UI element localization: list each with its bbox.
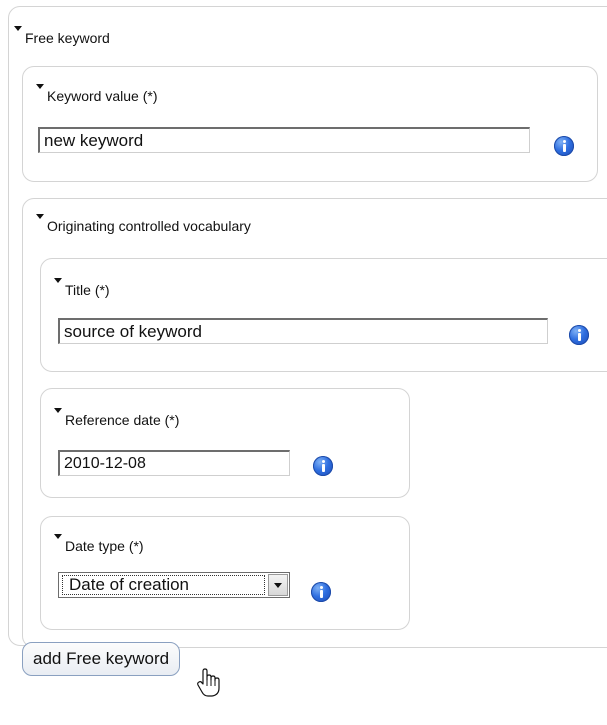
free-keyword-legend-label: Free keyword [25,30,110,46]
vocabulary-legend[interactable]: Originating controlled vocabulary [36,214,251,234]
collapse-triangle-icon[interactable] [36,214,44,219]
title-section [40,258,607,372]
hand-pointer-icon [197,668,220,697]
info-icon[interactable] [569,325,589,345]
info-icon[interactable] [311,582,331,602]
keyword-value-input[interactable] [38,127,530,153]
date-type-selected-value: Date of creation [62,575,265,595]
keyword-value-legend[interactable]: Keyword value (*) [36,84,158,104]
reference-date-label: Reference date (*) [65,412,180,428]
title-legend[interactable]: Title (*) [54,278,110,298]
title-input[interactable] [58,318,548,344]
info-icon[interactable] [313,456,333,476]
date-type-label: Date type (*) [65,538,144,554]
collapse-triangle-icon[interactable] [54,408,62,413]
vocabulary-legend-label: Originating controlled vocabulary [47,218,251,234]
free-keyword-legend[interactable]: Free keyword [14,26,110,46]
collapse-triangle-icon[interactable] [54,278,62,283]
date-type-select[interactable]: Date of creation [58,572,290,598]
collapse-triangle-icon[interactable] [54,534,62,539]
reference-date-section [40,388,410,498]
title-label: Title (*) [65,282,110,298]
reference-date-legend[interactable]: Reference date (*) [54,408,179,428]
add-free-keyword-button[interactable]: add Free keyword [22,642,181,676]
info-icon[interactable] [554,136,574,156]
keyword-value-label: Keyword value (*) [47,88,158,104]
chevron-down-icon[interactable] [268,574,288,596]
collapse-triangle-icon[interactable] [14,26,22,31]
reference-date-input[interactable] [58,450,290,476]
collapse-triangle-icon[interactable] [36,84,44,89]
date-type-legend[interactable]: Date type (*) [54,534,144,554]
